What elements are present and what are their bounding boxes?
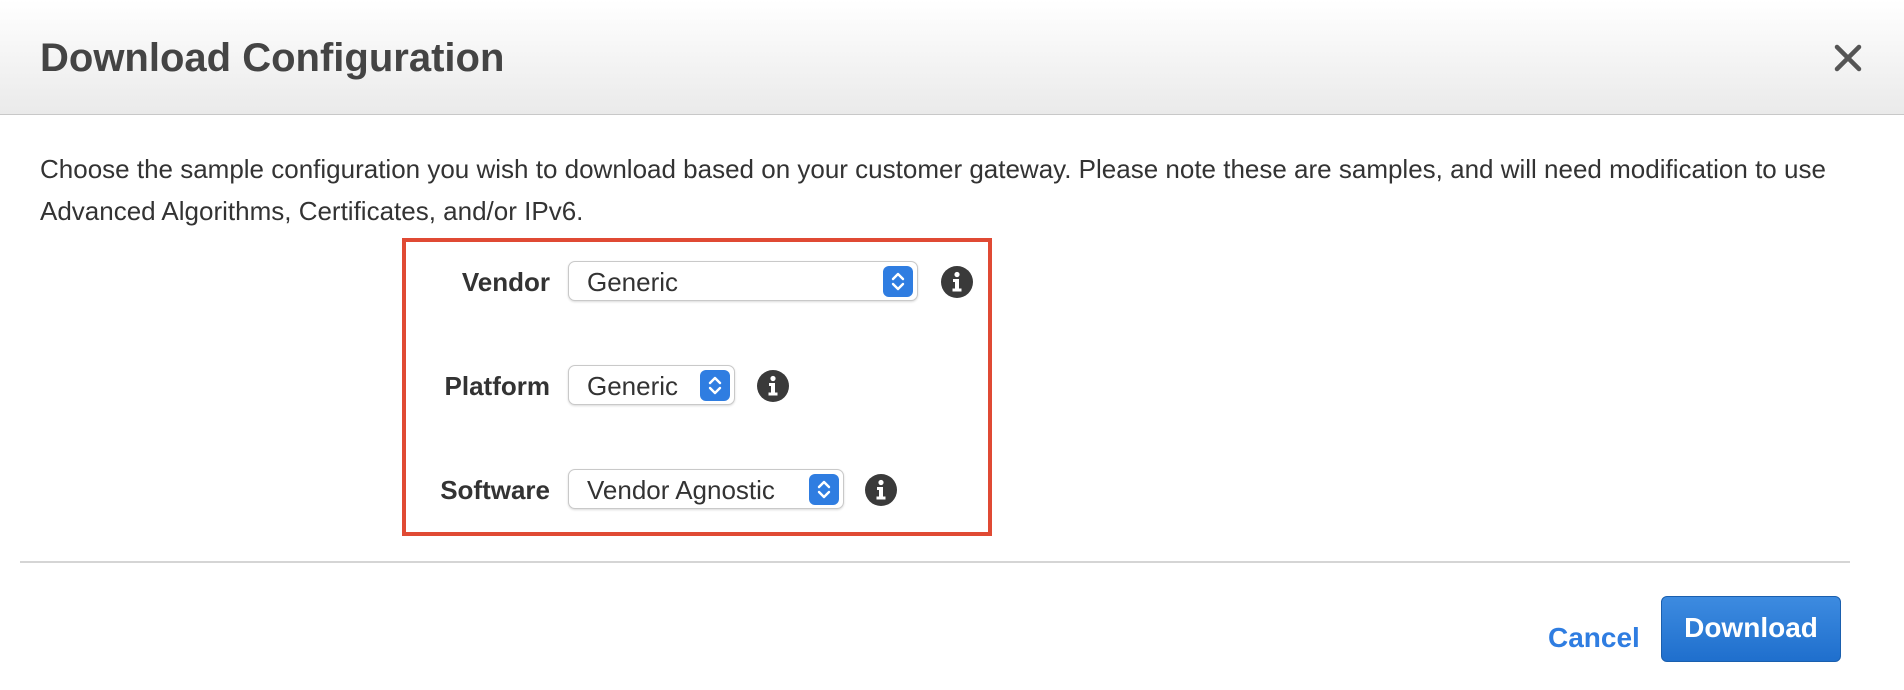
platform-label: Platform xyxy=(444,371,550,401)
vendor-select[interactable]: Generic xyxy=(568,261,918,301)
platform-select[interactable]: Generic xyxy=(568,365,735,405)
software-select-value: Vendor Agnostic xyxy=(587,475,775,505)
software-select[interactable]: Vendor Agnostic xyxy=(568,469,844,509)
close-button[interactable] xyxy=(1826,36,1870,80)
download-configuration-dialog: Download Configuration Choose the sample… xyxy=(0,0,1904,690)
dialog-description: Choose the sample configuration you wish… xyxy=(40,154,1826,226)
close-icon xyxy=(1834,44,1862,72)
footer-divider xyxy=(20,561,1850,563)
vendor-select-value: Generic xyxy=(587,267,679,297)
platform-info-icon[interactable] xyxy=(756,369,790,403)
dialog-header: Download Configuration xyxy=(0,0,1904,115)
dialog-title: Download Configuration xyxy=(40,36,505,80)
vendor-info-icon[interactable] xyxy=(940,265,974,299)
download-button[interactable]: Download xyxy=(1661,596,1841,662)
software-label: Software xyxy=(440,475,550,505)
vendor-label: Vendor xyxy=(461,267,550,297)
platform-select-value: Generic xyxy=(587,371,679,401)
chevron-updown-icon xyxy=(883,266,913,297)
chevron-updown-icon xyxy=(809,474,839,505)
cancel-button[interactable]: Cancel xyxy=(1548,620,1640,656)
chevron-updown-icon xyxy=(700,370,730,401)
software-info-icon[interactable] xyxy=(864,473,898,507)
